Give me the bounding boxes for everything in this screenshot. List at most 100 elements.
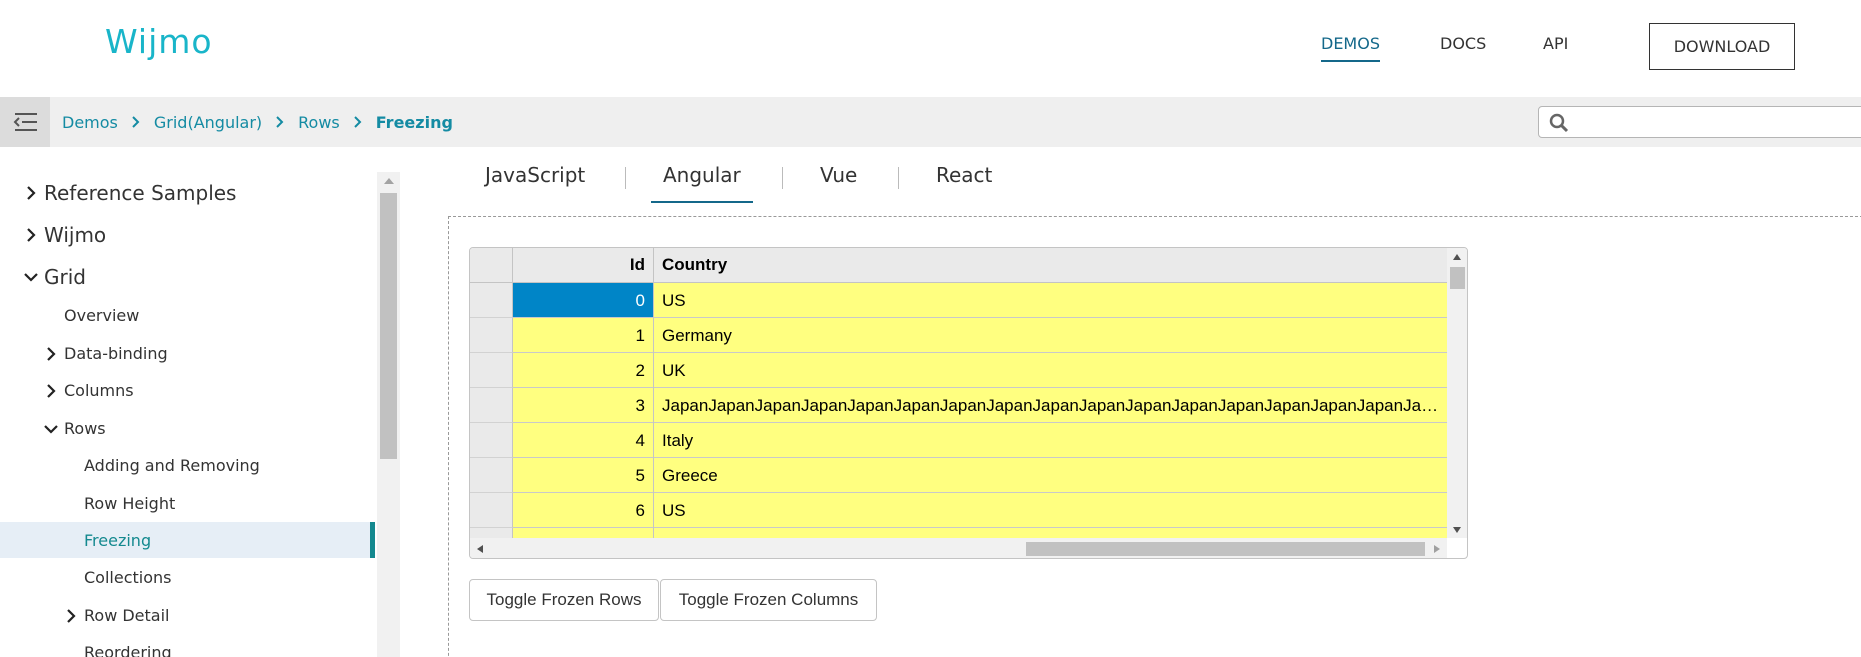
cell-country[interactable]: US: [654, 283, 1447, 318]
sidebar-item-label: Collections: [84, 568, 172, 588]
cell-id[interactable]: 2: [513, 353, 654, 388]
sidebar-item-label: Row Detail: [84, 606, 170, 626]
collapse-menu-button[interactable]: [0, 97, 50, 147]
sidebar-item-overview[interactable]: Overview: [40, 305, 139, 326]
sidebar-item-rows[interactable]: Rows: [40, 418, 106, 439]
toggle-frozen-columns-button[interactable]: Toggle Frozen Columns: [660, 579, 877, 621]
table-row[interactable]: 5 Greece: [470, 458, 1447, 493]
sidebar-item-label: Freezing: [84, 531, 152, 551]
scroll-up-icon[interactable]: [1452, 253, 1462, 261]
column-header-country[interactable]: Country: [654, 248, 1447, 283]
table-row[interactable]: 7Germany: [470, 528, 1447, 538]
column-header-id[interactable]: Id: [513, 248, 654, 283]
scroll-down-icon[interactable]: [1452, 526, 1462, 534]
cell-id[interactable]: 7: [513, 528, 654, 538]
tab-vue[interactable]: Vue: [820, 163, 857, 187]
sidebar-item-label: Rows: [64, 419, 106, 439]
grid-vertical-scroll-thumb[interactable]: [1450, 267, 1465, 289]
nav-api[interactable]: API: [1543, 34, 1568, 53]
row-header[interactable]: [470, 458, 513, 493]
row-header[interactable]: [470, 283, 513, 318]
cell-id[interactable]: 1: [513, 318, 654, 353]
sidebar-item-grid[interactable]: Grid: [20, 264, 86, 290]
download-button[interactable]: DOWNLOAD: [1649, 23, 1795, 70]
table-row[interactable]: 6 US: [470, 493, 1447, 528]
chevron-right-icon: [20, 228, 42, 242]
scroll-left-icon[interactable]: [476, 544, 484, 554]
sidebar-item-columns[interactable]: Columns: [40, 380, 134, 401]
tab-divider: [782, 167, 783, 189]
breadcrumb: Demos Grid(Angular) Rows Freezing: [62, 97, 453, 147]
cell-id[interactable]: 5: [513, 458, 654, 493]
table-row[interactable]: 2 UK: [470, 353, 1447, 388]
toggle-frozen-rows-button[interactable]: Toggle Frozen Rows: [469, 579, 659, 621]
cell-id[interactable]: 4: [513, 423, 654, 458]
tab-javascript[interactable]: JavaScript: [485, 163, 585, 187]
breadcrumb-grid-angular[interactable]: Grid(Angular): [154, 113, 262, 132]
cell-country[interactable]: US: [654, 493, 1447, 528]
chevron-right-icon: [20, 186, 42, 200]
sidebar-item-adding-and-removing[interactable]: Adding and Removing: [60, 455, 260, 476]
table-row[interactable]: 4 Italy: [470, 423, 1447, 458]
sidebar-item-row-detail[interactable]: Row Detail: [60, 605, 170, 626]
flex-grid[interactable]: Id Country 0 US 1 Germany 2 UK 3 JapanJapanJapa…: [469, 247, 1468, 559]
table-row[interactable]: 1 Germany: [470, 318, 1447, 353]
grid-body: 0 US 1 Germany 2 UK 3 JapanJapanJapanJapanJapan…: [470, 283, 1447, 538]
breadcrumb-current: Freezing: [375, 112, 453, 132]
tab-divider: [625, 167, 626, 189]
row-header[interactable]: [470, 318, 513, 353]
grid-vertical-scrollbar[interactable]: [1447, 248, 1467, 538]
top-header: Wijmo DEMOS DOCS API DOWNLOAD: [0, 0, 1861, 97]
sidebar-item-label: Reference Samples: [44, 181, 237, 205]
table-row[interactable]: 0 US: [470, 283, 1447, 318]
chevron-right-icon: [276, 116, 284, 128]
sidebar-item-reordering[interactable]: Reordering: [60, 642, 172, 657]
chevron-right-icon: [132, 116, 140, 128]
wijmo-logo[interactable]: Wijmo: [105, 22, 213, 61]
sidebar-item-label: Columns: [64, 381, 134, 401]
sidebar-item-collections[interactable]: Collections: [60, 567, 171, 588]
sidebar-item-reference-samples[interactable]: Reference Samples: [20, 180, 236, 206]
grid-horizontal-scroll-thumb[interactable]: [1026, 542, 1425, 556]
sidebar-item-label: Row Height: [84, 494, 176, 514]
cell-id[interactable]: 3: [513, 388, 654, 423]
tab-react[interactable]: React: [936, 163, 992, 187]
cell-country[interactable]: Germany: [654, 528, 1447, 538]
cell-id[interactable]: 0: [513, 283, 654, 318]
row-header[interactable]: [470, 493, 513, 528]
cell-country[interactable]: Italy: [654, 423, 1447, 458]
collapse-menu-icon: [13, 113, 37, 131]
sidebar-scroll-thumb[interactable]: [380, 193, 397, 459]
scroll-up-icon[interactable]: [383, 177, 395, 185]
grid-top-left-cell[interactable]: [470, 248, 513, 283]
table-row[interactable]: 3 JapanJapanJapanJapanJapanJapanJapanJapa…: [470, 388, 1447, 423]
cell-country[interactable]: Germany: [654, 318, 1447, 353]
cell-id[interactable]: 6: [513, 493, 654, 528]
breadcrumb-rows[interactable]: Rows: [298, 113, 340, 132]
scroll-right-icon[interactable]: [1433, 544, 1441, 554]
tab-divider: [898, 167, 899, 189]
tab-angular[interactable]: Angular: [651, 163, 753, 203]
grid-header: Id Country: [470, 248, 1447, 283]
breadcrumb-demos[interactable]: Demos: [62, 113, 118, 132]
sidebar-item-label: Adding and Removing: [84, 456, 260, 476]
search-input[interactable]: [1538, 106, 1861, 138]
sidebar-item-wijmo[interactable]: Wijmo: [20, 222, 106, 248]
cell-country[interactable]: UK: [654, 353, 1447, 388]
sidebar-item-label: Grid: [44, 265, 86, 289]
sidebar-item-data-binding[interactable]: Data-binding: [40, 343, 168, 364]
row-header[interactable]: [470, 423, 513, 458]
nav-demos[interactable]: DEMOS: [1321, 34, 1380, 62]
cell-country[interactable]: Greece: [654, 458, 1447, 493]
cell-country[interactable]: JapanJapanJapanJapanJapanJapanJapanJapan…: [654, 388, 1447, 423]
sidebar-item-label: Wijmo: [44, 223, 107, 247]
breadcrumb-bar: Demos Grid(Angular) Rows Freezing: [0, 97, 1861, 147]
nav-docs[interactable]: DOCS: [1440, 34, 1486, 53]
row-header[interactable]: [470, 388, 513, 423]
row-header[interactable]: [470, 528, 513, 538]
sidebar-item-freezing[interactable]: Freezing: [60, 530, 151, 551]
chevron-right-icon: [60, 609, 82, 623]
search-icon: [1549, 113, 1569, 133]
row-header[interactable]: [470, 353, 513, 388]
sidebar-item-row-height[interactable]: Row Height: [60, 493, 175, 514]
